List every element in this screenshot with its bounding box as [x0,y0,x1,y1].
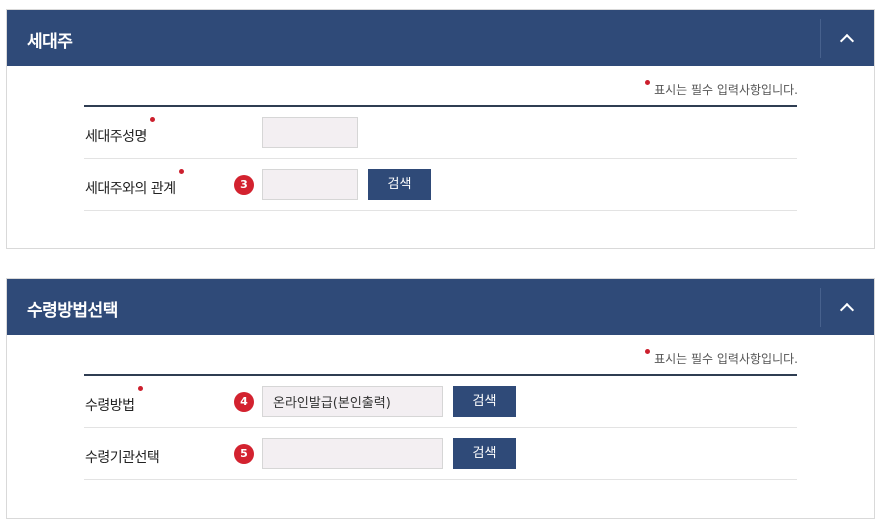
householder-relation-label: 세대주와의 관계 [85,169,184,198]
step-badge-5: 5 [234,444,254,464]
required-dot-icon [149,117,155,122]
required-note: 표시는 필수 입력사항입니다. [645,80,798,98]
receipt-method-panel: 수령방법선택 표시는 필수 입력사항입니다. 수령방법 4 검색 수령기관선택 … [6,278,875,519]
collapse-toggle-button[interactable] [820,288,874,327]
required-dot-icon [645,80,651,85]
receipt-method-label: 수령방법 [85,386,143,415]
householder-name-input[interactable] [262,117,358,148]
form-row-householder-relation: 세대주와의 관계 3 검색 [84,159,797,211]
chevron-up-icon [839,33,855,49]
collapse-toggle-button[interactable] [820,19,874,58]
relation-search-button[interactable]: 검색 [368,169,431,200]
receipt-agency-search-button[interactable]: 검색 [453,438,516,469]
householder-relation-input[interactable] [262,169,358,200]
required-note-text: 표시는 필수 입력사항입니다. [654,352,798,366]
receipt-agency-label: 수령기관선택 [85,450,160,466]
householder-name-label: 세대주성명 [85,117,155,146]
required-dot-icon [137,386,143,391]
required-dot-icon [178,169,184,174]
receipt-method-form-table: 수령방법 4 검색 수령기관선택 5 검색 [84,374,797,480]
receipt-method-panel-header: 수령방법선택 [7,279,874,335]
receipt-agency-input[interactable] [262,438,443,469]
required-note-text: 표시는 필수 입력사항입니다. [654,83,798,97]
chevron-up-icon [839,302,855,318]
form-row-householder-name: 세대주성명 [84,107,797,159]
required-note: 표시는 필수 입력사항입니다. [645,349,798,367]
householder-panel: 세대주 표시는 필수 입력사항입니다. 세대주성명 세대주와의 관계 3 검색 [6,9,875,249]
form-row-receipt-method: 수령방법 4 검색 [84,376,797,428]
householder-form-table: 세대주성명 세대주와의 관계 3 검색 [84,105,797,211]
householder-panel-header: 세대주 [7,10,874,66]
form-row-receipt-agency: 수령기관선택 5 검색 [84,428,797,480]
step-badge-3: 3 [234,175,254,195]
receipt-method-search-button[interactable]: 검색 [453,386,516,417]
receipt-method-input[interactable] [262,386,443,417]
required-dot-icon [645,349,651,354]
householder-panel-title: 세대주 [27,32,73,52]
receipt-method-panel-title: 수령방법선택 [27,301,118,321]
step-badge-4: 4 [234,392,254,412]
